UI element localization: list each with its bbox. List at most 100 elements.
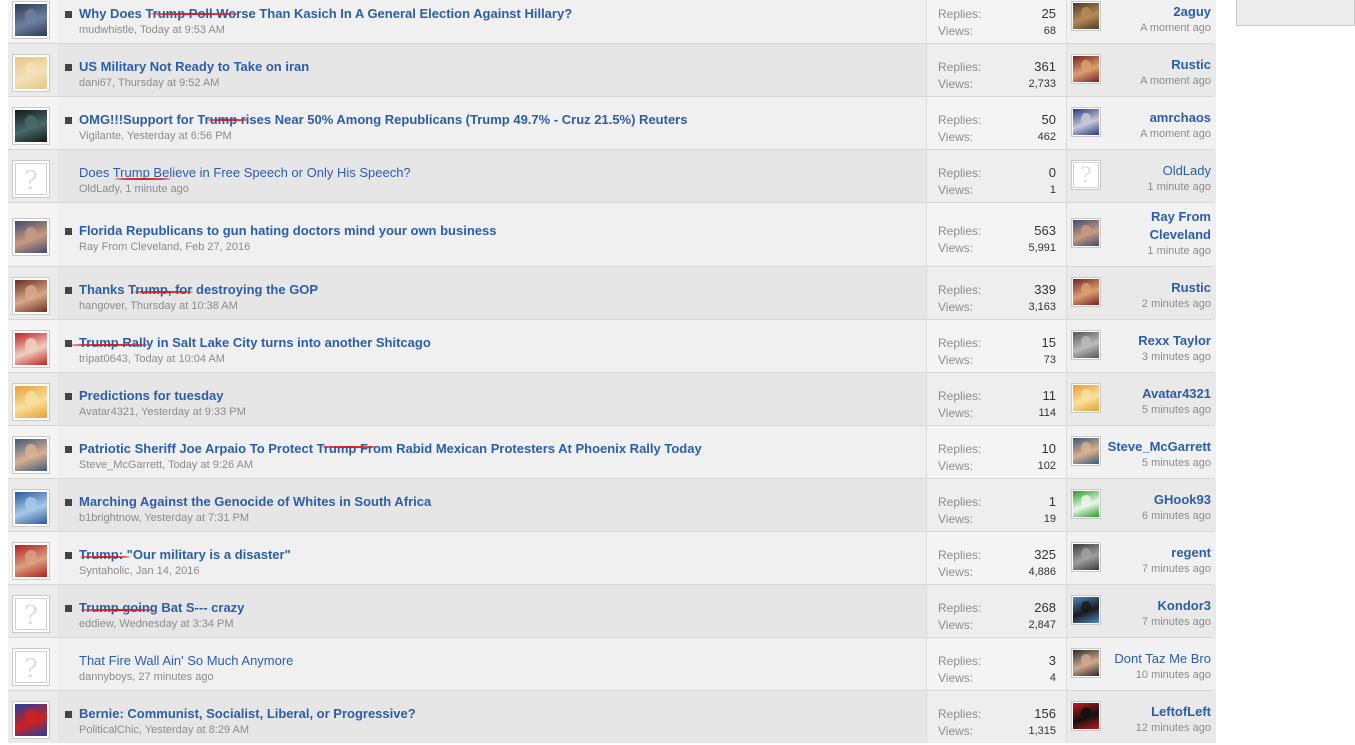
avatar[interactable]: [1071, 329, 1101, 360]
last-post-time-link[interactable]: 5 minutes ago: [1142, 404, 1211, 416]
last-poster-link[interactable]: Rexx Taylor: [1138, 332, 1211, 350]
thread-title-link[interactable]: Thanks Trump, for destroying the GOP: [79, 282, 318, 297]
avatar[interactable]: [12, 106, 50, 145]
avatar[interactable]: [12, 382, 50, 421]
thread-author-link[interactable]: b1brightnow: [79, 512, 138, 524]
default-avatar[interactable]: [12, 159, 50, 198]
avatar[interactable]: [1071, 647, 1101, 678]
avatar[interactable]: [1071, 218, 1101, 248]
thread-author-link[interactable]: tripat0643: [79, 353, 128, 365]
last-poster-link[interactable]: Dont Taz Me Bro: [1114, 650, 1211, 668]
thread-date-link[interactable]: Today at 10:04 AM: [134, 353, 225, 365]
last-post-time-link[interactable]: 3 minutes ago: [1142, 351, 1211, 363]
last-poster-link[interactable]: LeftofLeft: [1151, 703, 1211, 721]
thread-author-link[interactable]: hangover: [79, 300, 124, 312]
last-post-time-link[interactable]: 10 minutes ago: [1136, 669, 1211, 681]
thread-date-link[interactable]: Yesterday at 8:29 AM: [145, 724, 249, 736]
thread-date-link[interactable]: 1 minute ago: [125, 183, 189, 195]
thread-title-link[interactable]: Trump Rally in Salt Lake City turns into…: [79, 335, 431, 350]
thread-title-link[interactable]: Florida Republicans to gun hating doctor…: [79, 223, 496, 238]
last-poster-link[interactable]: OldLady: [1163, 162, 1211, 180]
avatar[interactable]: [1071, 382, 1101, 413]
thread-author-link[interactable]: OldLady: [79, 183, 119, 195]
avatar[interactable]: [1071, 106, 1101, 137]
thread-title-link[interactable]: Predictions for tuesday: [79, 388, 223, 403]
replies-label: Replies:: [938, 601, 982, 615]
last-poster-link[interactable]: Kondor3: [1158, 597, 1211, 615]
last-post-time-link[interactable]: 2 minutes ago: [1142, 298, 1211, 310]
last-poster-link[interactable]: amrchaos: [1150, 109, 1211, 127]
last-poster-link[interactable]: regent: [1171, 544, 1211, 562]
thread-author-link[interactable]: eddiew: [79, 618, 113, 630]
thread-date-link[interactable]: Jan 14, 2016: [136, 565, 200, 577]
avatar[interactable]: [1071, 700, 1101, 731]
avatar[interactable]: [1071, 541, 1101, 572]
thread-title-link[interactable]: Trump going Bat S--- crazy: [79, 600, 244, 615]
avatar[interactable]: [12, 541, 50, 580]
default-avatar[interactable]: [1071, 159, 1101, 190]
thread-date-link[interactable]: Wednesday at 3:34 PM: [119, 618, 233, 630]
avatar[interactable]: [1071, 276, 1101, 307]
last-poster-link[interactable]: Rustic: [1171, 56, 1211, 74]
default-avatar[interactable]: [12, 647, 50, 686]
last-post-time-link[interactable]: A moment ago: [1140, 22, 1211, 34]
bw-photo-icon: [1073, 543, 1099, 570]
last-poster-link[interactable]: 2aguy: [1173, 3, 1211, 21]
thread-author-link[interactable]: mudwhistle: [79, 24, 134, 36]
last-post-time-link[interactable]: 12 minutes ago: [1136, 722, 1211, 734]
last-poster-link[interactable]: GHook93: [1154, 491, 1211, 509]
last-post-time-link[interactable]: A moment ago: [1140, 75, 1211, 87]
thread-date-link[interactable]: Thursday at 10:38 AM: [130, 300, 238, 312]
last-poster-link[interactable]: Rustic: [1171, 279, 1211, 297]
avatar[interactable]: [1071, 488, 1101, 519]
thread-date-link[interactable]: Feb 27, 2016: [185, 241, 250, 253]
thread-author-link[interactable]: dani67: [79, 77, 112, 89]
thread-date-link[interactable]: Thursday at 9:52 AM: [118, 77, 220, 89]
avatar[interactable]: [12, 218, 50, 256]
avatar[interactable]: [1071, 0, 1101, 31]
last-post-time-link[interactable]: 1 minute ago: [1147, 245, 1211, 257]
avatar[interactable]: [1071, 594, 1101, 625]
last-post-time-link[interactable]: 5 minutes ago: [1142, 457, 1211, 469]
last-post-time-link[interactable]: 7 minutes ago: [1142, 563, 1211, 575]
thread-title-link[interactable]: Bernie: Communist, Socialist, Liberal, o…: [79, 706, 416, 721]
last-post-time-link[interactable]: A moment ago: [1140, 128, 1211, 140]
thread-author-link[interactable]: Ray From Cleveland: [79, 241, 179, 253]
avatar[interactable]: [12, 53, 50, 92]
last-poster-link[interactable]: Ray From Cleveland: [1141, 208, 1211, 244]
thread-title-link[interactable]: US Military Not Ready to Take on iran: [79, 59, 309, 74]
thread-date-link[interactable]: Yesterday at 6:56 PM: [127, 130, 232, 142]
avatar[interactable]: [12, 0, 50, 39]
thread-author-link[interactable]: dannyboys: [79, 671, 132, 683]
thread-title-link[interactable]: That Fire Wall Ain' So Much Anymore: [79, 653, 293, 668]
thread-author-link[interactable]: PoliticalChic: [79, 724, 139, 736]
thread-date-link[interactable]: Yesterday at 9:33 PM: [141, 406, 246, 418]
thread-author-link[interactable]: Avatar4321: [79, 406, 135, 418]
last-post-time-link[interactable]: 1 minute ago: [1147, 181, 1211, 193]
thread-main: Does Trump Believe in Free Speech or Onl…: [58, 150, 926, 202]
last-poster-link[interactable]: Avatar4321: [1142, 385, 1211, 403]
last-poster-link[interactable]: Steve_McGarrett: [1108, 438, 1211, 456]
thread-title-link[interactable]: OMG!!!Support for Trump rises Near 50% A…: [79, 112, 687, 127]
thread-title-link[interactable]: Marching Against the Genocide of Whites …: [79, 494, 431, 509]
avatar[interactable]: [12, 700, 50, 739]
last-post-time-link[interactable]: 6 minutes ago: [1142, 510, 1211, 522]
avatar[interactable]: [12, 435, 50, 474]
thread-title-link[interactable]: Trump: "Our military is a disaster": [79, 547, 291, 562]
avatar[interactable]: [1071, 53, 1101, 84]
last-post-time-link[interactable]: 7 minutes ago: [1142, 616, 1211, 628]
thread-date-link[interactable]: 27 minutes ago: [138, 671, 213, 683]
thread-author-link[interactable]: Vigilante: [79, 130, 121, 142]
thread-title-link[interactable]: Patriotic Sheriff Joe Arpaio To Protect …: [79, 441, 702, 456]
thread-author-link[interactable]: Steve_McGarrett: [79, 459, 162, 471]
thread-date-link[interactable]: Yesterday at 7:31 PM: [144, 512, 249, 524]
couple-photo-icon: [1073, 437, 1099, 464]
avatar[interactable]: [1071, 435, 1101, 466]
avatar[interactable]: [12, 276, 50, 315]
thread-date-link[interactable]: Today at 9:26 AM: [168, 459, 253, 471]
default-avatar[interactable]: [12, 594, 50, 633]
thread-date-link[interactable]: Today at 9:53 AM: [140, 24, 225, 36]
avatar[interactable]: [12, 329, 50, 368]
thread-author-link[interactable]: Syntaholic: [79, 565, 130, 577]
avatar[interactable]: [12, 488, 50, 527]
